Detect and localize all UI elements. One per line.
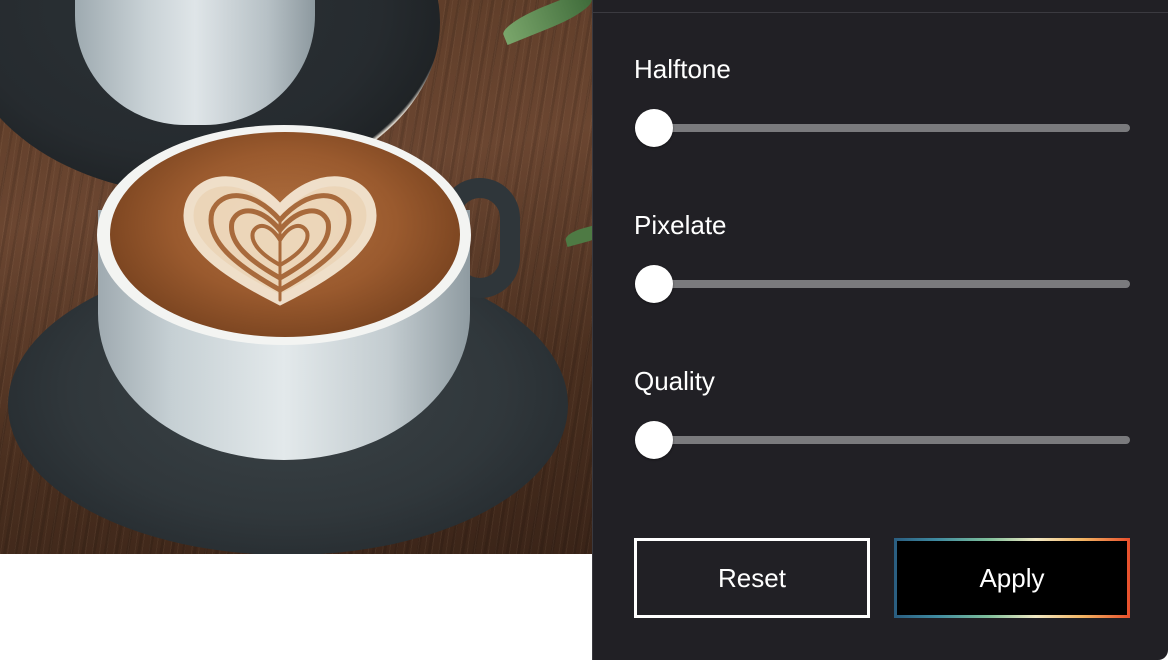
apply-button-inner: Apply (897, 541, 1127, 615)
leaf (563, 223, 592, 247)
halftone-control: Halftone (634, 54, 1130, 154)
image-editor: Halftone Pixelate Quality Reset Apply (0, 0, 1168, 660)
leaf (499, 0, 592, 45)
halftone-slider-track[interactable] (654, 124, 1130, 132)
halftone-label: Halftone (634, 54, 731, 84)
divider (593, 12, 1168, 13)
reset-button[interactable]: Reset (634, 538, 870, 618)
quality-control: Quality (634, 366, 1130, 466)
quality-slider-thumb[interactable] (635, 421, 673, 459)
pixelate-control: Pixelate (634, 210, 1130, 310)
coffee-photo (0, 0, 592, 554)
halftone-slider-thumb[interactable] (635, 109, 673, 147)
pixelate-label: Pixelate (634, 210, 727, 240)
quality-label: Quality (634, 366, 715, 396)
quality-slider-track[interactable] (654, 436, 1130, 444)
filter-panel: Halftone Pixelate Quality Reset Apply (592, 0, 1168, 660)
apply-button[interactable]: Apply (894, 538, 1130, 618)
apply-button-label: Apply (979, 562, 1045, 593)
latte-art-heart-icon (183, 176, 377, 306)
pixelate-slider-track[interactable] (654, 280, 1130, 288)
reset-button-label: Reset (718, 562, 786, 593)
pixelate-slider-thumb[interactable] (635, 265, 673, 303)
